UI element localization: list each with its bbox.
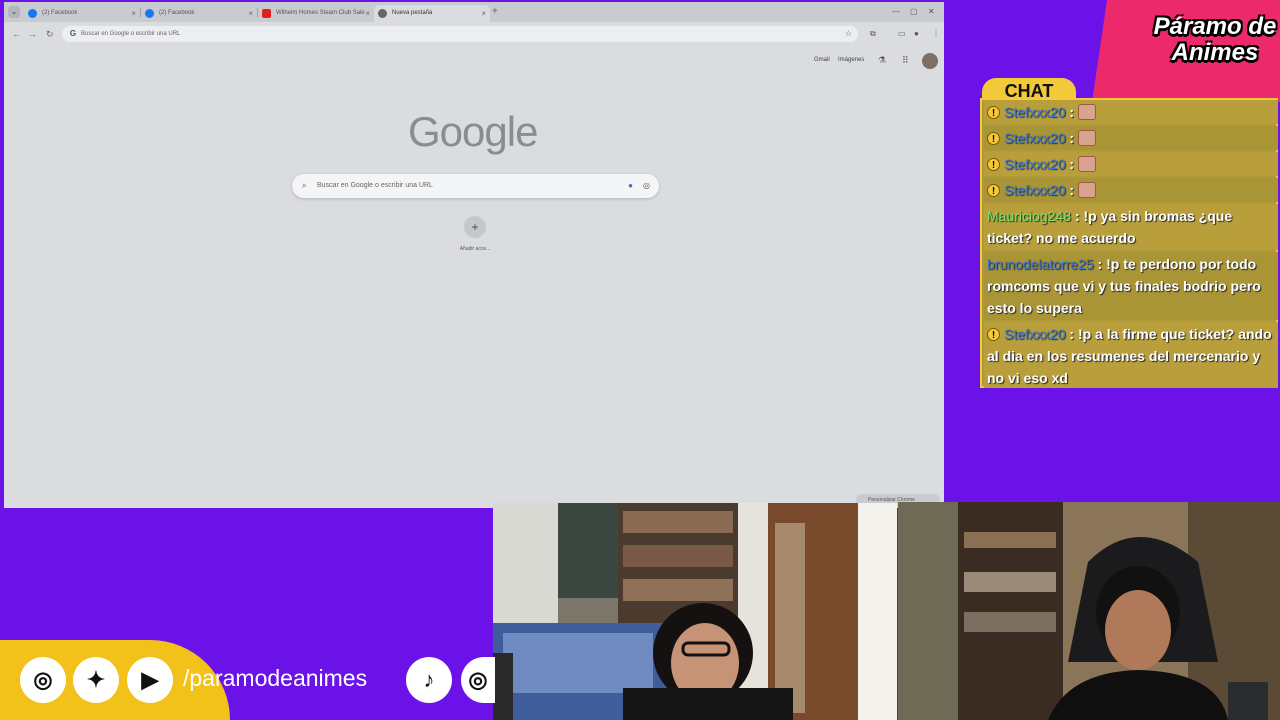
close-icon[interactable]: × bbox=[481, 5, 486, 22]
forward-icon[interactable]: → bbox=[28, 27, 37, 41]
webcam-guest-image bbox=[898, 502, 1280, 720]
chat-message: brunodelatorre25 : !p te perdono por tod… bbox=[984, 252, 1278, 320]
chat-message: ! Stefxxx20 : bbox=[984, 152, 1278, 176]
chrome-icon bbox=[378, 9, 387, 18]
tab-label: Wilhelm Homes Steam Club Sale bbox=[276, 10, 365, 16]
sub-badge-icon: ! bbox=[987, 158, 1000, 171]
profile-icon[interactable]: ● bbox=[914, 27, 919, 41]
emote-icon bbox=[1078, 156, 1097, 172]
bookmark-star-icon[interactable]: ☆ bbox=[845, 26, 852, 42]
new-tab-button[interactable]: + bbox=[492, 5, 498, 19]
tiktok-icon: ♪ bbox=[406, 657, 452, 703]
chat-message: ! Stefxxx20 : bbox=[984, 126, 1278, 150]
gmail-link[interactable]: Gmail bbox=[814, 57, 830, 63]
chat-message: ! Stefxxx20 : !p a la firme que ticket? a… bbox=[984, 322, 1278, 388]
add-shortcut-button[interactable]: + bbox=[464, 216, 486, 238]
tab-steam[interactable]: Wilhelm Homes Steam Club Sale × bbox=[258, 5, 374, 22]
reload-icon[interactable]: ↻ bbox=[46, 27, 54, 41]
tab-strip: ⌄ (2) Facebook × (2) Facebook × Wilhelm … bbox=[4, 2, 944, 22]
instagram-icon: ◎ bbox=[20, 657, 66, 703]
avatar[interactable] bbox=[922, 53, 938, 69]
chat-message: Mauriciog248 : !p ya sin bromas ¿que tic… bbox=[984, 204, 1278, 250]
chat-username: Mauriciog248 bbox=[987, 208, 1072, 224]
webcam-guest bbox=[898, 502, 1280, 720]
extension-icon[interactable]: ⧉ bbox=[870, 27, 876, 41]
menu-kebab-icon[interactable]: ⋮ bbox=[932, 27, 940, 41]
browser-window: ⌄ (2) Facebook × (2) Facebook × Wilhelm … bbox=[4, 2, 944, 508]
tab-search-icon[interactable]: ⌄ bbox=[8, 6, 20, 18]
tab-facebook-2[interactable]: (2) Facebook × bbox=[141, 5, 257, 22]
youtube-icon bbox=[262, 9, 271, 18]
brand-logo: Páramo de Animes bbox=[1153, 13, 1277, 66]
social-handle: /paramodeanimes bbox=[183, 665, 368, 691]
tab-label: (2) Facebook bbox=[42, 10, 78, 16]
webcam-host bbox=[493, 503, 897, 720]
facebook-icon bbox=[28, 9, 37, 18]
sub-badge-icon: ! bbox=[987, 328, 1000, 341]
chat-username: Stefxxx20 bbox=[1004, 326, 1066, 342]
sub-badge-icon: ! bbox=[987, 106, 1000, 119]
address-bar-placeholder: Buscar en Google o escribir una URL bbox=[81, 31, 181, 37]
back-icon[interactable]: ← bbox=[12, 27, 21, 41]
search-placeholder: Buscar en Google o escribir una URL bbox=[317, 182, 433, 189]
twitter-icon: ✦ bbox=[73, 657, 119, 703]
youtube-icon: ▶ bbox=[127, 657, 173, 703]
tab-new-tab[interactable]: Nueva pestaña × bbox=[374, 5, 490, 22]
chat-message: ! Stefxxx20 : bbox=[984, 178, 1278, 202]
chat-username: Stefxxx20 bbox=[1004, 182, 1066, 198]
minimize-icon[interactable]: — bbox=[892, 5, 900, 19]
chat-username: Stefxxx20 bbox=[1004, 130, 1066, 146]
emote-icon bbox=[1078, 130, 1097, 146]
chat-username: Stefxxx20 bbox=[1004, 104, 1066, 120]
close-icon[interactable]: × bbox=[131, 5, 136, 22]
sub-badge-icon: ! bbox=[987, 132, 1000, 145]
chat-message: ! Stefxxx20 : bbox=[984, 100, 1278, 124]
maximize-icon[interactable]: ▢ bbox=[910, 5, 918, 19]
chat-username: Stefxxx20 bbox=[1004, 156, 1066, 172]
apps-grid-icon[interactable]: ⠿ bbox=[902, 55, 909, 66]
microphone-icon[interactable]: ● bbox=[628, 174, 633, 198]
new-tab-page: Gmail Imágenes ⚗ ⠿ Google ⌕ Buscar en Go… bbox=[4, 46, 944, 508]
cast-icon[interactable]: ▭ bbox=[898, 27, 906, 41]
browser-toolbar: ← → ↻ G Buscar en Google o escribir una … bbox=[4, 22, 944, 46]
search-box[interactable]: ⌕ Buscar en Google o escribir una URL ● … bbox=[292, 174, 659, 198]
sub-badge-icon: ! bbox=[987, 184, 1000, 197]
google-logo: Google bbox=[408, 108, 538, 155]
add-shortcut-label: Añadir acce... bbox=[459, 246, 491, 252]
close-icon[interactable]: × bbox=[365, 5, 370, 22]
chat-panel: ! Stefxxx20 : ! Stefxxx20 : ! Stefxxx20 : !… bbox=[980, 98, 1278, 388]
emote-icon bbox=[1078, 104, 1097, 120]
webcam-host-image bbox=[493, 503, 897, 720]
labs-flask-icon[interactable]: ⚗ bbox=[878, 55, 886, 66]
google-g-icon: G bbox=[69, 29, 77, 38]
close-window-icon[interactable]: ✕ bbox=[928, 5, 935, 19]
tab-label: (2) Facebook bbox=[159, 10, 195, 16]
search-icon: ⌕ bbox=[302, 181, 307, 190]
instagram-icon: ◎ bbox=[461, 657, 495, 703]
chat-username: brunodelatorre25 bbox=[987, 256, 1094, 272]
close-icon[interactable]: × bbox=[248, 5, 253, 22]
lens-icon[interactable]: ◎ bbox=[643, 174, 650, 198]
images-link[interactable]: Imágenes bbox=[838, 57, 864, 63]
facebook-icon bbox=[145, 9, 154, 18]
tab-facebook-1[interactable]: (2) Facebook × bbox=[24, 5, 140, 22]
tab-label: Nueva pestaña bbox=[392, 10, 433, 16]
address-bar[interactable]: G Buscar en Google o escribir una URL ☆ bbox=[62, 26, 858, 42]
emote-icon bbox=[1078, 182, 1097, 198]
